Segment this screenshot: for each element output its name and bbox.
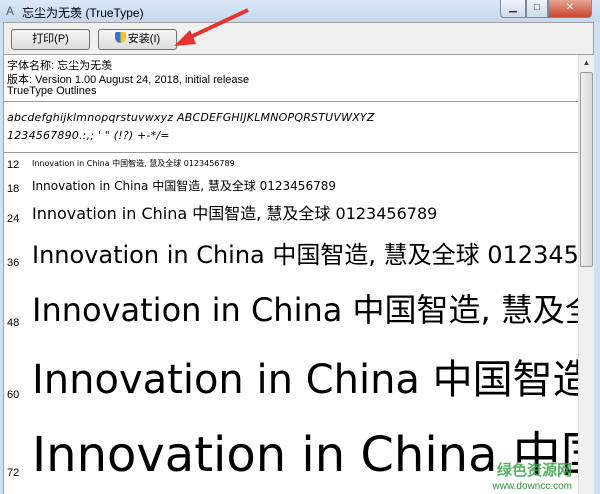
sample-row-60: 60Innovation in China 中国智造, 慧及全球 0123456…	[7, 357, 582, 403]
watermark: 绿色资源网	[496, 462, 572, 479]
charset-letters: abcdefghijklmnopqrstuvwxyz ABCDEFGHIJKLM…	[7, 111, 375, 124]
install-button[interactable]: 安装(I)	[98, 29, 177, 50]
window-title: 忘尘为无羡 (TrueType)	[22, 6, 144, 20]
install-label: 安装(I)	[127, 33, 161, 45]
minimize-button[interactable]: ▁	[500, 0, 526, 18]
font-outline-type: TrueType Outlines	[7, 85, 97, 97]
scroll-up-icon[interactable]: ▲	[579, 55, 594, 71]
divider	[4, 101, 582, 102]
sample-row-72: 72Innovation in China 中国智造, 慧及全球 0123456…	[7, 427, 582, 483]
uac-shield-icon	[114, 32, 126, 43]
sample-row-18: 18 Innovation in China 中国智造, 慧及全球 0123456…	[7, 179, 336, 195]
sample-row-12: 12 Innovation in China 中国智造, 慧及全球 0123456…	[7, 159, 235, 171]
watermark-url: www.downcc.com	[492, 481, 572, 492]
font-preview-area: 字体名称: 忘尘为无羡 版本: Version 1.00 August 24, …	[3, 55, 594, 494]
font-app-icon: A	[6, 4, 15, 18]
sample-row-24: 24 Innovation in China 中国智造, 慧及全球 0123456…	[7, 204, 438, 225]
sample-row-36: 36 Innovation in China 中国智造, 慧及全球 0123456…	[7, 241, 582, 269]
print-button[interactable]: 打印(P)	[11, 29, 90, 50]
scroll-thumb[interactable]	[580, 72, 593, 267]
vertical-scrollbar[interactable]: ▲	[578, 55, 594, 494]
maximize-button[interactable]: □	[526, 0, 548, 18]
divider	[4, 152, 582, 153]
charset-symbols: 1234567890.:,; ' " (!?) +-*/=	[7, 129, 170, 142]
close-button[interactable]: ✕	[548, 0, 592, 18]
toolbar: 打印(P) 安装(I)	[3, 22, 594, 55]
title-bar: A 忘尘为无羡 (TrueType) ▁ □ ✕	[0, 0, 600, 22]
sample-row-48: 48Innovation in China 中国智造, 慧及全球 0123456…	[7, 291, 582, 329]
